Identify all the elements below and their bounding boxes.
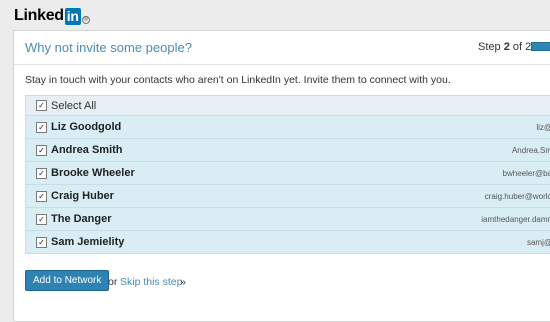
page-title: Why not invite some people? (25, 40, 192, 55)
contact-email: samj@ (526, 238, 550, 247)
contact-row[interactable]: ✓ Liz Goodgold liz@ (26, 116, 550, 139)
contact-email: Andrea.Sm (511, 146, 550, 155)
contact-row[interactable]: ✓ Sam Jemielity samj@ (26, 231, 550, 254)
step-indicator: Step 2 of 2 (478, 41, 531, 53)
contact-email: craig.huber@world (484, 192, 550, 201)
contact-name: Liz Goodgold (51, 121, 122, 133)
contact-checkbox[interactable]: ✓ (36, 214, 47, 225)
or-label: or (108, 276, 118, 288)
invite-panel: Why not invite some people? Step 2 of 2 … (13, 30, 550, 322)
contact-name: Brooke Wheeler (51, 167, 135, 179)
select-all-checkbox[interactable]: ✓ (36, 100, 47, 111)
contact-name: Sam Jemielity (51, 236, 125, 248)
contact-name: Craig Huber (51, 190, 114, 202)
contact-name: Andrea Smith (51, 144, 123, 156)
step-label: Step (478, 41, 501, 53)
contact-row[interactable]: ✓ Brooke Wheeler bwheeler@ba (26, 162, 550, 185)
linkedin-logo[interactable]: Linked in ® (14, 7, 90, 25)
contact-checkbox[interactable]: ✓ (36, 168, 47, 179)
contact-email: liz@ (536, 123, 550, 132)
skip-step-link[interactable]: Skip this step (120, 276, 182, 288)
contact-email: iamthedanger.damn (481, 215, 550, 224)
intro-text: Stay in touch with your contacts who are… (25, 74, 451, 86)
contact-name: The Danger (51, 213, 112, 225)
contact-list: ✓ Select All ✓ Liz Goodgold liz@ ✓ Andre… (25, 95, 550, 254)
contact-checkbox[interactable]: ✓ (36, 237, 47, 248)
contact-checkbox[interactable]: ✓ (36, 122, 47, 133)
select-all-label: Select All (51, 100, 97, 112)
contact-checkbox[interactable]: ✓ (36, 145, 47, 156)
contact-checkbox[interactable]: ✓ (36, 191, 47, 202)
chevron-right-icon: » (180, 276, 186, 288)
logo-in-badge: in (64, 7, 81, 25)
contact-email: bwheeler@ba (502, 169, 550, 178)
step-current: 2 (503, 41, 510, 53)
step-progress-bar (531, 42, 550, 51)
add-to-network-button[interactable]: Add to Network (25, 270, 110, 291)
panel-header: Why not invite some people? Step 2 of 2 (14, 31, 550, 65)
logo-text: Linked (14, 7, 64, 24)
contact-row[interactable]: ✓ Craig Huber craig.huber@world (26, 185, 550, 208)
registered-mark-icon: ® (81, 16, 90, 24)
contact-row[interactable]: ✓ The Danger iamthedanger.damn (26, 208, 550, 231)
step-total: of 2 (512, 41, 532, 53)
contact-row[interactable]: ✓ Andrea Smith Andrea.Sm (26, 139, 550, 162)
select-all-row[interactable]: ✓ Select All (26, 96, 550, 116)
